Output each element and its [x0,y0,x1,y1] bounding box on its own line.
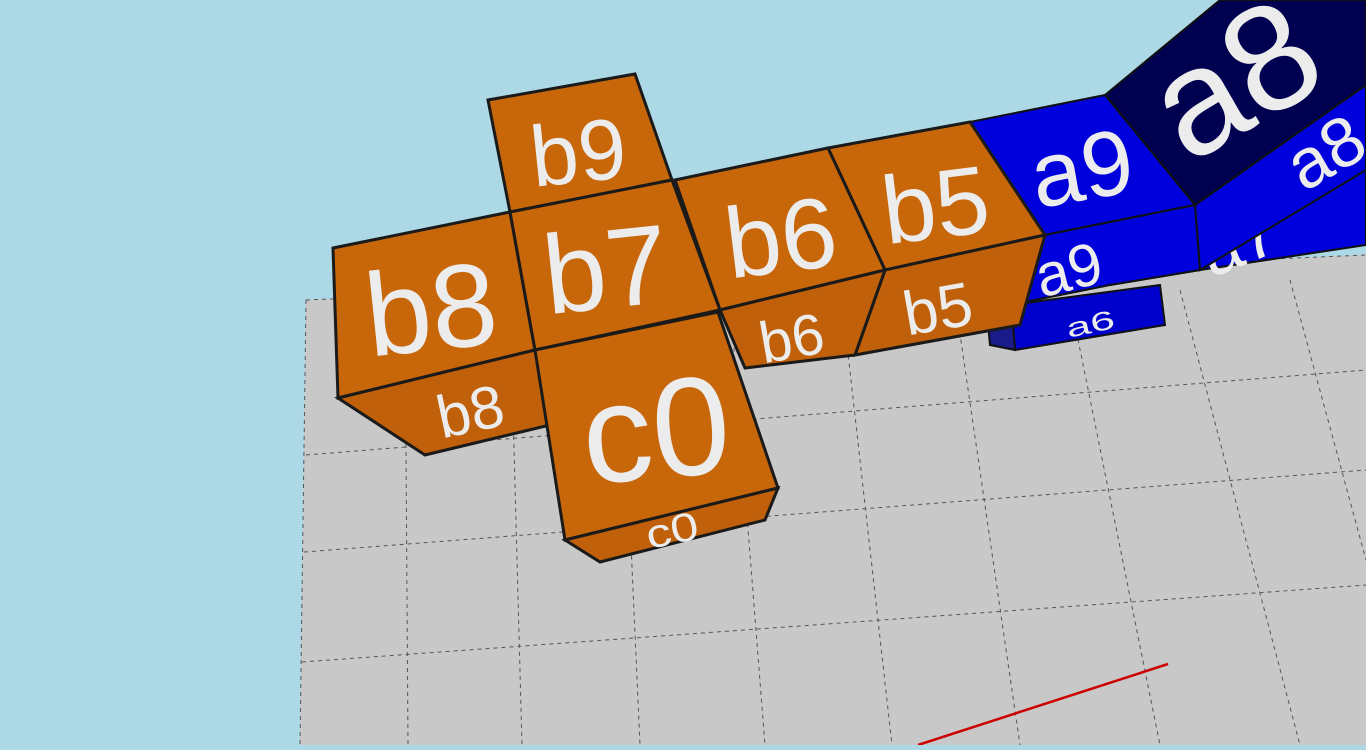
block-a9-top-label: a9 [1023,110,1142,228]
block-b6-top-label: b6 [719,176,843,301]
block-c0-top-label: c0 [575,345,736,514]
block-b8-front-label: b8 [431,372,510,451]
block-b5-front-label: b5 [898,270,978,350]
block-b5-top-label: b5 [876,146,995,265]
block-b7-top-label: b7 [538,201,675,338]
block-b6-front-label: b6 [754,301,829,376]
3d-viewport[interactable]: a6 a7 a8 a8 a9 a9 b b5 b5 b6 b6 b9 [0,0,1366,747]
scene-canvas[interactable]: a6 a7 a8 a8 a9 a9 b b5 b5 b6 b6 b9 [0,0,1366,747]
block-b8-top-label: b8 [359,237,503,382]
